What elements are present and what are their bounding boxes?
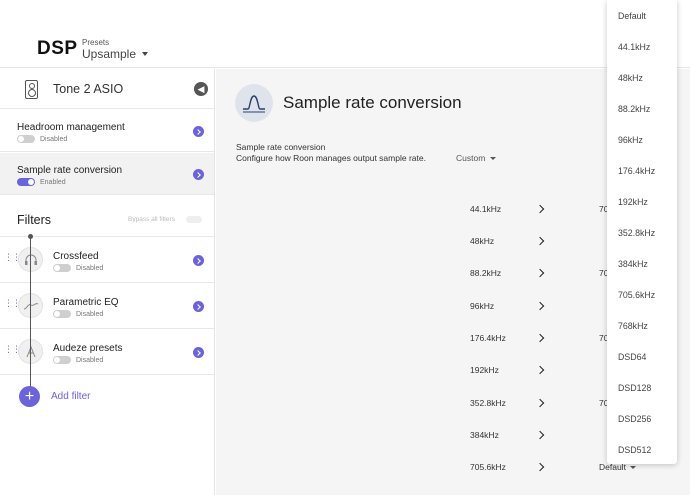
filters-header: Filters Bypass all filters — [0, 205, 214, 237]
input-rate: 705.6kHz — [470, 462, 506, 472]
filter-chain-start — [28, 234, 33, 239]
dropdown-option[interactable]: DSD256 — [618, 414, 651, 424]
arrow-right-icon — [535, 301, 545, 311]
dropdown-option[interactable]: DSD512 — [618, 445, 651, 455]
bypass-label: Bypass all filters — [128, 216, 175, 223]
status-text: Disabled — [76, 310, 104, 318]
arrow-right-icon — [535, 204, 545, 214]
filter-item-crossfeed[interactable]: ⋮⋮ Crossfeed Disabled — [0, 237, 214, 283]
description-body: Configure how Roon manages output sample… — [236, 153, 426, 163]
toggle-switch[interactable] — [17, 135, 35, 143]
mode-dropdown[interactable]: Custom — [456, 153, 497, 163]
arrow-right-icon — [535, 268, 545, 278]
collapse-sidebar-button[interactable]: ◀ — [194, 82, 208, 96]
chevron-right-icon[interactable] — [193, 347, 204, 358]
sidebar-item-headroom[interactable]: Headroom management Disabled — [0, 110, 214, 152]
waveform-icon — [235, 84, 273, 122]
dropdown-option[interactable]: 88.2kHz — [618, 104, 650, 114]
input-rate: 352.8kHz — [470, 398, 506, 408]
sidebar: Tone 2 ASIO ◀ Headroom management Disabl… — [0, 69, 215, 495]
presets-dropdown[interactable]: Upsample — [82, 47, 149, 61]
section-description: Sample rate conversion Configure how Roo… — [236, 142, 446, 164]
filter-name: Crossfeed — [53, 251, 99, 262]
crossfeed-toggle[interactable]: Disabled — [53, 264, 103, 272]
dropdown-option[interactable]: 192kHz — [618, 197, 648, 207]
filter-name: Parametric EQ — [53, 297, 119, 308]
arrow-right-icon — [535, 462, 545, 472]
toggle-switch[interactable] — [53, 264, 71, 272]
input-rate: 44.1kHz — [470, 204, 502, 214]
sample-rate-toggle[interactable]: Enabled — [17, 178, 66, 186]
filter-chain-line — [30, 236, 31, 396]
input-rate: 88.2kHz — [470, 268, 502, 278]
dropdown-option[interactable]: 768kHz — [618, 321, 648, 331]
arrow-right-icon — [535, 333, 545, 343]
rate-dropdown-menu: Default 44.1kHz 48kHz 88.2kHz 96kHz 176.… — [607, 0, 677, 464]
status-text: Disabled — [76, 264, 104, 272]
dropdown-option[interactable]: 352.8kHz — [618, 228, 655, 238]
input-rate: 48kHz — [470, 236, 495, 246]
input-rate: 176.4kHz — [470, 333, 506, 343]
chevron-down-icon — [490, 156, 497, 160]
chevron-right-icon[interactable] — [193, 126, 204, 137]
mode-value: Custom — [456, 153, 486, 163]
device-row: Tone 2 ASIO ◀ — [0, 69, 214, 109]
presets-label: Presets — [82, 38, 110, 47]
arrow-right-icon — [535, 236, 545, 246]
dropdown-option[interactable]: Default — [618, 11, 646, 21]
plus-icon[interactable]: + — [19, 386, 40, 407]
device-name: Tone 2 ASIO — [53, 82, 124, 96]
chevron-right-icon[interactable] — [193, 301, 204, 312]
status-text: Disabled — [40, 135, 68, 143]
description-title: Sample rate conversion — [236, 142, 326, 152]
toggle-switch[interactable] — [17, 178, 35, 186]
chevron-down-icon — [142, 52, 149, 56]
sidebar-item-sample-rate[interactable]: Sample rate conversion Enabled — [0, 153, 214, 195]
speaker-icon — [25, 80, 38, 99]
dropdown-option[interactable]: 48kHz — [618, 73, 643, 83]
dropdown-option[interactable]: 96kHz — [618, 135, 643, 145]
page-title: DSP — [37, 38, 78, 59]
dropdown-option[interactable]: DSD128 — [618, 383, 651, 393]
dropdown-option[interactable]: 705.6kHz — [618, 290, 655, 300]
chevron-down-icon — [629, 465, 636, 469]
app-header: DSP Presets Upsample — [0, 0, 690, 68]
status-text: Disabled — [76, 356, 104, 364]
filter-name: Audeze presets — [53, 343, 123, 354]
bypass-toggle[interactable] — [186, 216, 202, 223]
add-filter-button[interactable]: + Add filter — [19, 386, 90, 407]
filter-item-audeze[interactable]: ⋮⋮ Audeze presets Disabled — [0, 329, 214, 375]
input-rate: 384kHz — [470, 430, 499, 440]
headroom-toggle[interactable]: Disabled — [17, 135, 67, 143]
audeze-toggle[interactable]: Disabled — [53, 356, 103, 364]
filters-title: Filters — [17, 213, 52, 227]
chevron-right-icon[interactable] — [193, 255, 204, 266]
arrow-right-icon — [535, 398, 545, 408]
sidebar-item-label: Headroom management — [17, 122, 125, 133]
toggle-switch[interactable] — [53, 310, 71, 318]
add-filter-label: Add filter — [51, 391, 91, 402]
eq-toggle[interactable]: Disabled — [53, 310, 103, 318]
presets-value: Upsample — [82, 47, 137, 61]
dropdown-option[interactable]: 176.4kHz — [618, 166, 655, 176]
filter-item-parametric-eq[interactable]: ⋮⋮ Parametric EQ Disabled — [0, 283, 214, 329]
arrow-right-icon — [535, 430, 545, 440]
input-rate: 192kHz — [470, 365, 499, 375]
sidebar-item-label: Sample rate conversion — [17, 165, 123, 176]
arrow-right-icon — [535, 365, 545, 375]
section-title: Sample rate conversion — [283, 93, 462, 112]
dropdown-option[interactable]: 44.1kHz — [618, 42, 650, 52]
input-rate: 96kHz — [470, 301, 495, 311]
chevron-right-icon[interactable] — [193, 169, 204, 180]
dropdown-option[interactable]: DSD64 — [618, 352, 646, 362]
status-text: Enabled — [40, 178, 66, 186]
dropdown-option[interactable]: 384kHz — [618, 259, 648, 269]
toggle-switch[interactable] — [53, 356, 71, 364]
